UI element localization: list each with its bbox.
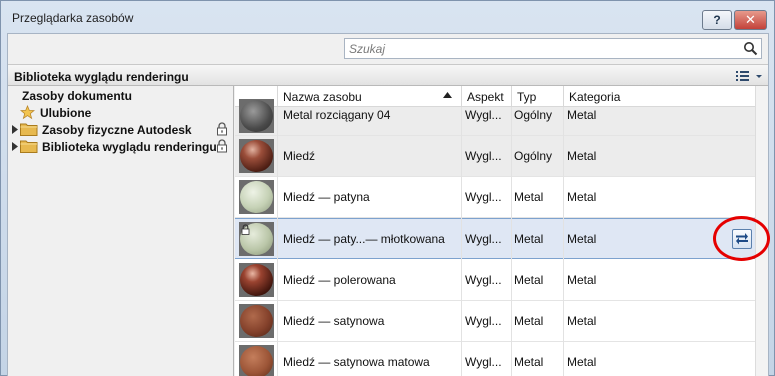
star-icon [20, 105, 35, 120]
library-tree: Zasoby dokumentu Ulubione Zasoby fizyczn… [8, 86, 234, 376]
material-thumbnail [239, 99, 274, 133]
asset-type: Metal [514, 314, 544, 328]
table-row-selected[interactable]: Miedź — paty...— młotkowana Wygl... Meta… [235, 218, 755, 259]
column-divider [563, 107, 564, 376]
material-thumbnail [239, 263, 274, 297]
asset-category: Metal [567, 273, 597, 287]
search-box[interactable] [344, 38, 762, 59]
column-header-aspect[interactable]: Aspekt [461, 86, 511, 107]
asset-category: Metal [567, 149, 597, 163]
asset-category: Metal [567, 190, 597, 204]
column-header-name[interactable]: Nazwa zasobu [277, 86, 461, 107]
tree-item-label: Zasoby dokumentu [22, 89, 133, 103]
table-row[interactable]: Miedź — patyna Wygl... Metal Metal [235, 177, 755, 218]
browser-content: Biblioteka wyglądu renderingu Zasoby dok… [7, 33, 769, 376]
asset-name: Miedź — polerowana [283, 273, 396, 287]
list-header: Nazwa zasobu Aspekt Typ Kategoria [235, 86, 755, 107]
search-input[interactable] [349, 41, 739, 57]
library-bar: Biblioteka wyglądu renderingu [8, 64, 768, 86]
asset-name: Miedź — paty...— młotkowana [283, 232, 445, 246]
lock-icon [217, 122, 227, 136]
table-row[interactable]: Miedź Wygl... Ogólny Metal [235, 136, 755, 177]
folder-icon [20, 123, 38, 136]
asset-aspect: Wygl... [465, 149, 502, 163]
asset-name: Miedź — satynowa matowa [283, 355, 430, 369]
tree-item-appearance-library[interactable]: Biblioteka wyglądu renderingu [12, 139, 232, 155]
asset-category: Metal [567, 314, 597, 328]
asset-type: Ogólny [514, 149, 553, 163]
folder-icon [20, 140, 38, 153]
asset-browser-window: Przeglądarka zasobów ? ✕ Biblioteka wygl… [0, 0, 775, 376]
lock-icon [241, 224, 250, 235]
asset-list: Nazwa zasobu Aspekt Typ Kategoria Metal [235, 86, 755, 376]
column-divider [277, 107, 278, 376]
table-row[interactable]: Miedź — polerowana Wygl... Metal Metal [235, 260, 755, 301]
asset-type: Metal [514, 273, 544, 287]
asset-category: Metal [567, 355, 597, 369]
column-header-type[interactable]: Typ [511, 86, 563, 107]
material-thumbnail [239, 180, 274, 214]
asset-type: Metal [514, 355, 544, 369]
title-bar[interactable]: Przeglądarka zasobów ? ✕ [1, 1, 774, 33]
library-title: Biblioteka wyglądu renderingu [14, 70, 189, 84]
asset-name: Miedź [283, 149, 316, 163]
asset-aspect: Wygl... [465, 190, 502, 204]
asset-category: Metal [567, 232, 597, 246]
tree-item-label: Zasoby fizyczne Autodesk [42, 123, 192, 137]
asset-aspect: Wygl... [465, 232, 502, 246]
sort-ascending-icon [443, 92, 452, 98]
tree-item-label: Ulubione [40, 106, 92, 120]
material-thumbnail [239, 222, 274, 256]
material-thumbnail [239, 304, 274, 338]
tree-item-document-assets[interactable]: Zasoby dokumentu [22, 89, 132, 105]
expand-arrow-icon[interactable] [12, 125, 18, 134]
asset-aspect: Wygl... [465, 273, 502, 287]
help-button[interactable]: ? [702, 10, 732, 30]
asset-aspect: Wygl... [465, 314, 502, 328]
asset-type: Ogólny [514, 108, 553, 122]
table-row[interactable]: Miedź — satynowa matowa Wygl... Metal Me… [235, 342, 755, 376]
tree-item-autodesk-physical-assets[interactable]: Zasoby fizyczne Autodesk [12, 122, 232, 138]
tree-item-label: Biblioteka wyglądu renderingu [42, 140, 217, 154]
column-header-category[interactable]: Kategoria [563, 86, 755, 107]
lock-icon [217, 139, 227, 153]
view-options-button[interactable] [734, 68, 764, 84]
asset-aspect: Wygl... [465, 355, 502, 369]
window-title: Przeglądarka zasobów [12, 11, 134, 25]
search-icon[interactable] [743, 41, 758, 56]
asset-aspect: Wygl... [465, 108, 502, 122]
search-bar [8, 34, 768, 64]
column-divider [511, 107, 512, 376]
table-row[interactable]: Miedź — satynowa Wygl... Metal Metal [235, 301, 755, 342]
close-button[interactable]: ✕ [734, 10, 767, 30]
table-row[interactable]: Metal rozciągany 04 Wygl... Ogólny Metal [235, 99, 755, 136]
expand-arrow-icon[interactable] [12, 142, 18, 151]
material-thumbnail [239, 139, 274, 173]
asset-name: Miedź — patyna [283, 190, 370, 204]
asset-name: Miedź — satynowa [283, 314, 385, 328]
material-thumbnail [239, 345, 274, 376]
asset-category: Metal [567, 108, 597, 122]
list-view-icon [736, 71, 762, 81]
highlight-circle [713, 216, 770, 261]
asset-name: Metal rozciągany 04 [283, 108, 391, 122]
column-divider [461, 107, 462, 376]
asset-type: Metal [514, 232, 544, 246]
asset-type: Metal [514, 190, 544, 204]
